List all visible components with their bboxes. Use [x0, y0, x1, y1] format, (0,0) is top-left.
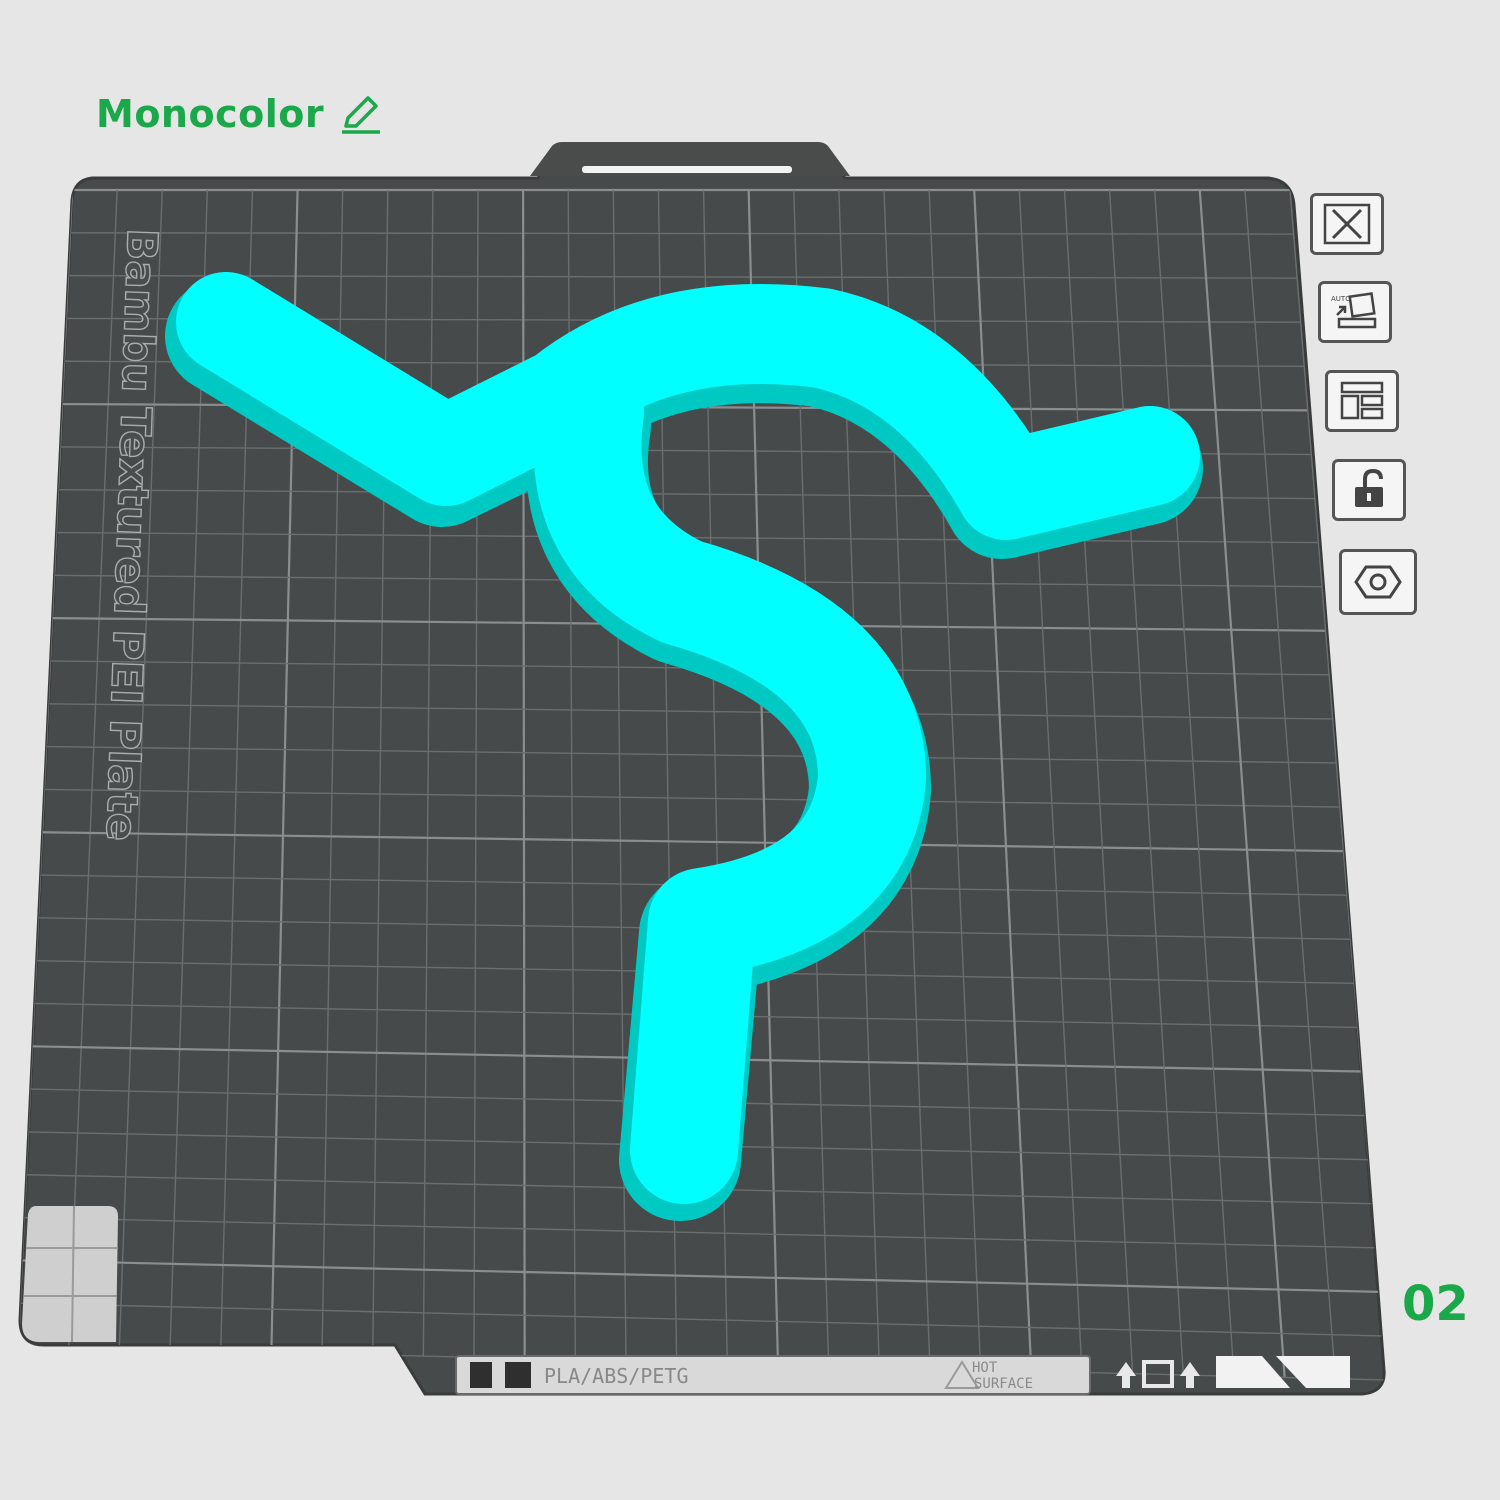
plate-type-icon [505, 1362, 531, 1388]
close-icon [1323, 203, 1371, 245]
plate-handle-slot [582, 166, 792, 173]
arrange-button[interactable] [1325, 370, 1399, 432]
corner-marker [22, 1205, 118, 1343]
plate-number: 02 [1402, 1276, 1469, 1332]
unlock-icon [1355, 468, 1383, 507]
arrange-icon [1340, 381, 1384, 420]
material-label: PLA/ABS/PETG [544, 1364, 689, 1388]
barcode-icon [470, 1362, 492, 1388]
plate-settings-button[interactable] [1339, 549, 1417, 615]
warning-label-line1: HOT [972, 1360, 998, 1376]
auto-orient-icon: AUTO [1331, 292, 1377, 329]
auto-badge: AUTO [1331, 295, 1351, 303]
build-plate-viewport[interactable]: Bambu Textured PEI Plate PLA/ABS/PETG HO… [0, 0, 1500, 1500]
remove-plate-button[interactable] [1310, 193, 1384, 255]
auto-orient-button[interactable]: AUTO [1318, 281, 1392, 343]
plate-settings-icon [1354, 565, 1402, 599]
warning-label-line2: SURFACE [974, 1376, 1033, 1392]
lock-plate-button[interactable] [1332, 459, 1406, 521]
